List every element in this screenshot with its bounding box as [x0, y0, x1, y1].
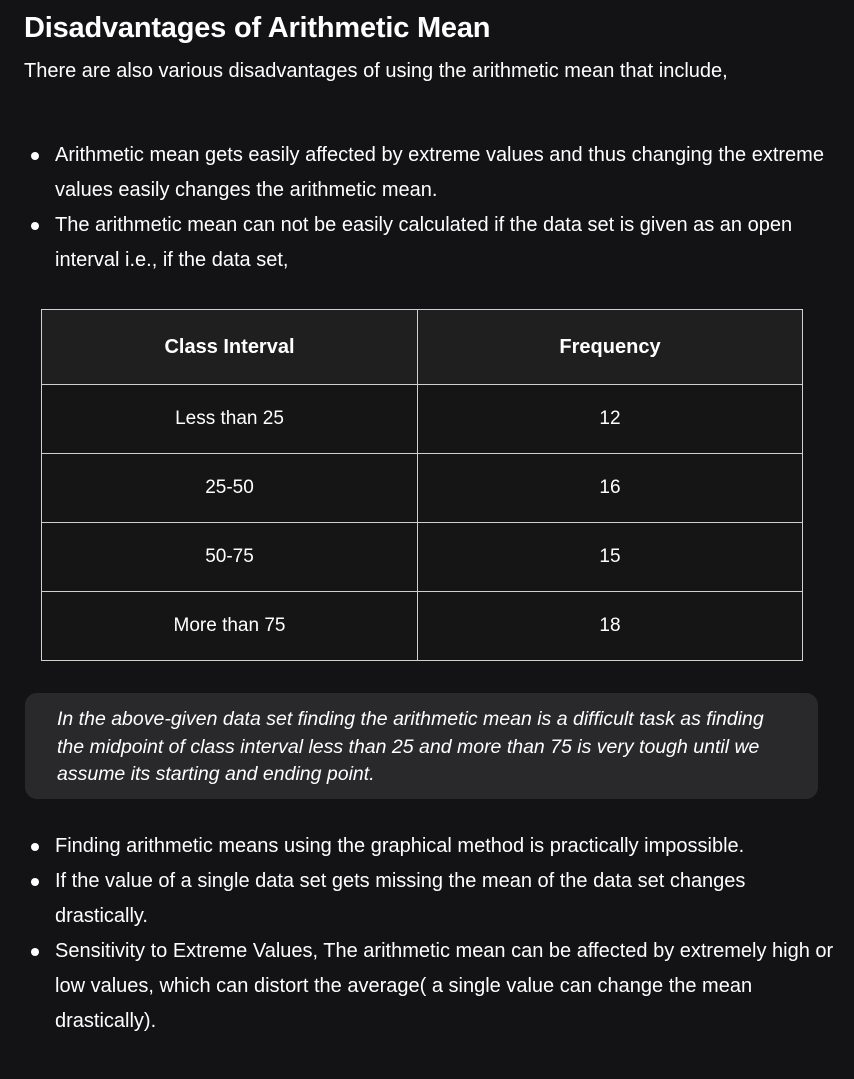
- list-item: Arithmetic mean gets easily affected by …: [0, 138, 835, 208]
- table-header-row: Class Interval Frequency: [41, 309, 803, 385]
- table-row: Less than 25 12: [41, 384, 803, 454]
- section-heading: Disadvantages of Arithmetic Mean: [24, 12, 491, 44]
- cell-class-interval: More than 75: [41, 591, 418, 661]
- frequency-table: Class Interval Frequency Less than 25 12…: [41, 309, 803, 661]
- list-item-text: If the value of a single data set gets m…: [55, 870, 746, 927]
- table-row: 25-50 16: [41, 453, 803, 523]
- bullet-dot-icon: [31, 152, 39, 160]
- bullet-dot-icon: [31, 843, 39, 851]
- table-row: 50-75 15: [41, 522, 803, 592]
- cell-class-interval: Less than 25: [41, 384, 418, 454]
- list-item: The arithmetic mean can not be easily ca…: [0, 208, 835, 278]
- list-item: If the value of a single data set gets m…: [0, 864, 835, 934]
- note-callout: In the above-given data set finding the …: [25, 693, 818, 799]
- cell-frequency: 18: [417, 591, 803, 661]
- cell-class-interval: 25-50: [41, 453, 418, 523]
- list-item-text: Sensitivity to Extreme Values, The arith…: [55, 940, 834, 1032]
- list-item-text: The arithmetic mean can not be easily ca…: [55, 214, 793, 271]
- bullet-dot-icon: [31, 878, 39, 886]
- disadvantages-list-bottom: Finding arithmetic means using the graph…: [0, 829, 835, 1039]
- cell-frequency: 15: [417, 522, 803, 592]
- list-item-text: Arithmetic mean gets easily affected by …: [55, 144, 824, 201]
- table-row: More than 75 18: [41, 591, 803, 661]
- article-section: Disadvantages of Arithmetic Mean There a…: [0, 0, 854, 1079]
- cell-frequency: 12: [417, 384, 803, 454]
- header-frequency: Frequency: [417, 309, 803, 385]
- bullet-dot-icon: [31, 948, 39, 956]
- cell-frequency: 16: [417, 453, 803, 523]
- disadvantages-list-top: Arithmetic mean gets easily affected by …: [0, 138, 835, 278]
- cell-class-interval: 50-75: [41, 522, 418, 592]
- list-item: Sensitivity to Extreme Values, The arith…: [0, 934, 835, 1039]
- header-class-interval: Class Interval: [41, 309, 418, 385]
- intro-paragraph: There are also various disadvantages of …: [24, 60, 728, 82]
- list-item-text: Finding arithmetic means using the graph…: [55, 835, 745, 857]
- list-item: Finding arithmetic means using the graph…: [0, 829, 835, 864]
- bullet-dot-icon: [31, 222, 39, 230]
